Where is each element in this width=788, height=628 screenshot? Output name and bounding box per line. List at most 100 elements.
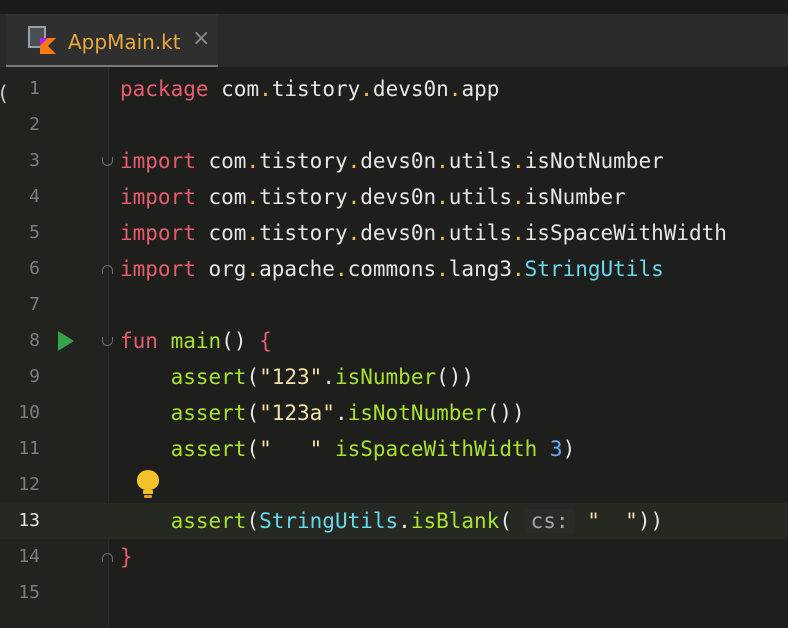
code-line[interactable]: 13 assert(StringUtils.isBlank( cs: " ")) <box>0 503 788 539</box>
code-token: ) <box>562 437 576 461</box>
lightbulb-icon[interactable] <box>136 470 160 500</box>
code-token: . <box>246 221 260 245</box>
code-line[interactable]: 11 assert(" " isSpaceWithWidth 3) <box>0 431 788 467</box>
code-token: { <box>259 329 272 353</box>
code-token: main <box>170 329 222 353</box>
code-token: ( <box>499 509 525 533</box>
code-token: isSpaceWithWidth <box>334 437 538 461</box>
code-token: commons <box>347 257 437 281</box>
line-number: 7 <box>29 294 40 315</box>
code-token: isBlank <box>410 509 500 533</box>
fold-start-icon[interactable] <box>102 337 113 346</box>
code-token: import <box>120 149 196 173</box>
code-token: devs0n <box>360 185 437 209</box>
line-number: 14 <box>18 546 40 567</box>
code-token: app <box>461 77 500 101</box>
code-line[interactable]: 12 <box>0 467 788 503</box>
code-line[interactable]: 3 import com.tistory.devs0n.utils.isNotNu… <box>0 143 788 179</box>
code-line[interactable]: 9 assert("123".isNumber()) <box>0 359 788 395</box>
code-token: ( <box>246 365 260 389</box>
code-token: . <box>360 77 373 101</box>
code-line[interactable]: 2 <box>0 107 788 143</box>
code-token: assert <box>170 401 247 425</box>
code-token: apache <box>259 257 335 281</box>
line-number: 5 <box>29 222 40 243</box>
code-line[interactable]: 7 <box>0 287 788 323</box>
code-token: . <box>246 149 260 173</box>
code-token: utils <box>448 185 512 209</box>
code-token: lang3 <box>448 257 512 281</box>
close-icon[interactable]: × <box>192 26 210 51</box>
code-token: . <box>436 185 449 209</box>
code-token: StringUtils <box>524 257 664 281</box>
code-line[interactable]: 1 package com.tistory.devs0n.app <box>0 71 788 107</box>
line-number: 6 <box>29 258 40 279</box>
line-number: 8 <box>29 330 40 351</box>
code-token: tistory <box>259 185 348 209</box>
code-token: com <box>195 221 247 245</box>
code-line[interactable]: 6 import org.apache.commons.lang3.StringU… <box>0 251 788 287</box>
code-text: } <box>120 539 133 575</box>
code-token: assert <box>170 437 247 461</box>
code-text: assert("123".isNumber()) <box>120 359 474 395</box>
window-top-bar <box>0 0 788 15</box>
line-number: 11 <box>18 438 40 459</box>
fold-start-icon[interactable] <box>102 157 113 166</box>
line-number: 3 <box>29 150 40 171</box>
line-number: 12 <box>18 474 40 495</box>
code-token: . <box>398 509 411 533</box>
code-token: . <box>347 185 361 209</box>
fold-end-icon[interactable] <box>102 265 113 274</box>
code-token: " " <box>587 509 638 533</box>
code-token: ()) <box>436 365 475 389</box>
line-number: 15 <box>18 582 40 603</box>
left-edge-glyph: ( <box>0 81 9 105</box>
tab-appmain-kt[interactable]: AppMain.kt × <box>6 14 218 67</box>
code-token: package <box>120 77 209 101</box>
code-token: assert <box>170 509 247 533</box>
code-text: fun main() { <box>120 323 272 359</box>
code-token: devs0n <box>360 221 437 245</box>
code-editor[interactable]: 1 package com.tistory.devs0n.app 2 3 import … <box>0 67 788 628</box>
line-number: 4 <box>29 186 40 207</box>
code-token: utils <box>448 221 512 245</box>
code-line[interactable]: 4 import com.tistory.devs0n.utils.isNumbe… <box>0 179 788 215</box>
code-token: . <box>322 365 335 389</box>
run-icon[interactable] <box>58 331 74 351</box>
code-token: org <box>195 257 247 281</box>
code-line[interactable]: 10 assert("123a".isNotNumber()) <box>0 395 788 431</box>
code-token: StringUtils <box>259 509 399 533</box>
code-line[interactable]: 5 import com.tistory.devs0n.utils.isSpace… <box>0 215 788 251</box>
code-token: . <box>246 257 260 281</box>
line-number: 10 <box>18 402 40 423</box>
code-text: import com.tistory.devs0n.utils.isNotNum… <box>120 143 664 179</box>
code-token: . <box>448 77 462 101</box>
code-token: tistory <box>271 77 361 101</box>
code-token: . <box>334 401 348 425</box>
code-text: package com.tistory.devs0n.app <box>120 71 499 107</box>
code-token: . <box>512 257 525 281</box>
code-token: com <box>195 149 247 173</box>
code-text: import com.tistory.devs0n.utils.isNumber <box>120 179 626 215</box>
code-text: import org.apache.commons.lang3.StringUt… <box>120 251 664 287</box>
fold-end-icon[interactable] <box>102 553 113 562</box>
code-line[interactable]: 14} <box>0 539 788 575</box>
code-token: assert <box>170 365 247 389</box>
code-text: assert(StringUtils.isBlank( cs: " ")) <box>120 503 663 539</box>
code-token: . <box>334 257 348 281</box>
code-text: assert("123a".isNotNumber()) <box>120 395 525 431</box>
code-line[interactable]: 15 <box>0 575 788 611</box>
line-number: 9 <box>29 366 40 387</box>
code-token: isNumber <box>334 365 437 389</box>
code-line[interactable]: 8 fun main() { <box>0 323 788 359</box>
code-token: ( <box>246 401 260 425</box>
code-token: . <box>347 149 361 173</box>
kotlin-file-icon <box>28 26 56 54</box>
code-token: tistory <box>259 221 348 245</box>
code-token: isNotNumber <box>347 401 487 425</box>
